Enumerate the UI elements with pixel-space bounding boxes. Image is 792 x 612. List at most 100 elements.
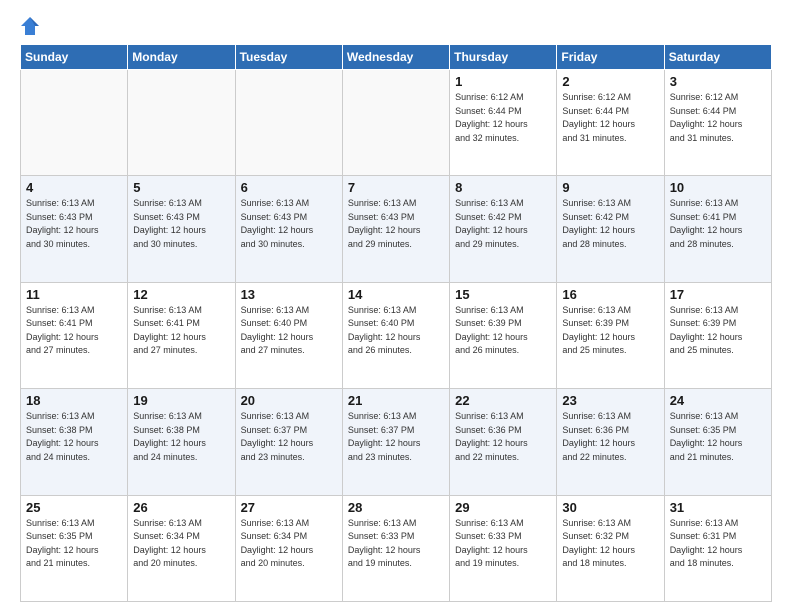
calendar-cell: 1 Sunrise: 6:12 AMSunset: 6:44 PMDaylight… bbox=[450, 70, 557, 176]
calendar-cell: 12 Sunrise: 6:13 AMSunset: 6:41 PMDayligh… bbox=[128, 282, 235, 388]
day-number: 18 bbox=[26, 393, 122, 408]
day-info: Sunrise: 6:13 AMSunset: 6:41 PMDaylight:… bbox=[26, 304, 122, 358]
weekday-thursday: Thursday bbox=[450, 45, 557, 70]
day-number: 24 bbox=[670, 393, 766, 408]
day-info: Sunrise: 6:13 AMSunset: 6:36 PMDaylight:… bbox=[455, 410, 551, 464]
weekday-header-row: SundayMondayTuesdayWednesdayThursdayFrid… bbox=[21, 45, 772, 70]
week-row-3: 18 Sunrise: 6:13 AMSunset: 6:38 PMDayligh… bbox=[21, 389, 772, 495]
day-info: Sunrise: 6:13 AMSunset: 6:41 PMDaylight:… bbox=[670, 197, 766, 251]
calendar-cell: 26 Sunrise: 6:13 AMSunset: 6:34 PMDayligh… bbox=[128, 495, 235, 601]
day-info: Sunrise: 6:13 AMSunset: 6:35 PMDaylight:… bbox=[670, 410, 766, 464]
weekday-monday: Monday bbox=[128, 45, 235, 70]
calendar-cell: 3 Sunrise: 6:12 AMSunset: 6:44 PMDaylight… bbox=[664, 70, 771, 176]
calendar-cell: 6 Sunrise: 6:13 AMSunset: 6:43 PMDaylight… bbox=[235, 176, 342, 282]
day-info: Sunrise: 6:13 AMSunset: 6:32 PMDaylight:… bbox=[562, 517, 658, 571]
calendar-cell: 28Sunrise: 6:13 AMSunset: 6:33 PMDayligh… bbox=[342, 495, 449, 601]
day-info: Sunrise: 6:13 AMSunset: 6:37 PMDaylight:… bbox=[348, 410, 444, 464]
day-number: 23 bbox=[562, 393, 658, 408]
day-number: 13 bbox=[241, 287, 337, 302]
day-number: 4 bbox=[26, 180, 122, 195]
logo bbox=[20, 16, 42, 36]
day-info: Sunrise: 6:13 AMSunset: 6:34 PMDaylight:… bbox=[241, 517, 337, 571]
calendar-cell bbox=[342, 70, 449, 176]
day-info: Sunrise: 6:13 AMSunset: 6:43 PMDaylight:… bbox=[133, 197, 229, 251]
calendar-cell: 30Sunrise: 6:13 AMSunset: 6:32 PMDayligh… bbox=[557, 495, 664, 601]
week-row-4: 25 Sunrise: 6:13 AMSunset: 6:35 PMDayligh… bbox=[21, 495, 772, 601]
day-number: 22 bbox=[455, 393, 551, 408]
day-number: 2 bbox=[562, 74, 658, 89]
day-number: 6 bbox=[241, 180, 337, 195]
calendar-cell: 10 Sunrise: 6:13 AMSunset: 6:41 PMDayligh… bbox=[664, 176, 771, 282]
week-row-1: 4 Sunrise: 6:13 AMSunset: 6:43 PMDaylight… bbox=[21, 176, 772, 282]
weekday-saturday: Saturday bbox=[664, 45, 771, 70]
calendar-cell: 16 Sunrise: 6:13 AMSunset: 6:39 PMDayligh… bbox=[557, 282, 664, 388]
day-info: Sunrise: 6:13 AMSunset: 6:40 PMDaylight:… bbox=[241, 304, 337, 358]
calendar-cell: 19 Sunrise: 6:13 AMSunset: 6:38 PMDayligh… bbox=[128, 389, 235, 495]
day-number: 27 bbox=[241, 500, 337, 515]
day-info: Sunrise: 6:13 AMSunset: 6:31 PMDaylight:… bbox=[670, 517, 766, 571]
day-number: 26 bbox=[133, 500, 229, 515]
calendar-cell: 25 Sunrise: 6:13 AMSunset: 6:35 PMDayligh… bbox=[21, 495, 128, 601]
day-number: 5 bbox=[133, 180, 229, 195]
calendar-cell: 4Sunrise: 6:13 AMSunset: 6:43 PMDaylight… bbox=[21, 176, 128, 282]
day-info: Sunrise: 6:13 AMSunset: 6:39 PMDaylight:… bbox=[670, 304, 766, 358]
day-number: 17 bbox=[670, 287, 766, 302]
day-info: Sunrise: 6:13 AMSunset: 6:39 PMDaylight:… bbox=[455, 304, 551, 358]
day-info: Sunrise: 6:13 AMSunset: 6:35 PMDaylight:… bbox=[26, 517, 122, 571]
calendar-cell: 22 Sunrise: 6:13 AMSunset: 6:36 PMDayligh… bbox=[450, 389, 557, 495]
calendar-cell: 9Sunrise: 6:13 AMSunset: 6:42 PMDaylight… bbox=[557, 176, 664, 282]
day-info: Sunrise: 6:13 AMSunset: 6:36 PMDaylight:… bbox=[562, 410, 658, 464]
calendar-cell bbox=[21, 70, 128, 176]
day-number: 28 bbox=[348, 500, 444, 515]
calendar-cell bbox=[235, 70, 342, 176]
day-number: 8 bbox=[455, 180, 551, 195]
day-info: Sunrise: 6:12 AMSunset: 6:44 PMDaylight:… bbox=[670, 91, 766, 145]
weekday-wednesday: Wednesday bbox=[342, 45, 449, 70]
day-number: 20 bbox=[241, 393, 337, 408]
calendar-cell: 11Sunrise: 6:13 AMSunset: 6:41 PMDayligh… bbox=[21, 282, 128, 388]
day-info: Sunrise: 6:13 AMSunset: 6:39 PMDaylight:… bbox=[562, 304, 658, 358]
day-number: 14 bbox=[348, 287, 444, 302]
logo-icon bbox=[20, 16, 40, 36]
calendar-cell: 20 Sunrise: 6:13 AMSunset: 6:37 PMDayligh… bbox=[235, 389, 342, 495]
day-number: 3 bbox=[670, 74, 766, 89]
calendar-cell: 5 Sunrise: 6:13 AMSunset: 6:43 PMDaylight… bbox=[128, 176, 235, 282]
calendar-cell bbox=[128, 70, 235, 176]
calendar-cell: 24 Sunrise: 6:13 AMSunset: 6:35 PMDayligh… bbox=[664, 389, 771, 495]
day-info: Sunrise: 6:12 AMSunset: 6:44 PMDaylight:… bbox=[455, 91, 551, 145]
calendar-cell: 8 Sunrise: 6:13 AMSunset: 6:42 PMDaylight… bbox=[450, 176, 557, 282]
calendar-cell: 21Sunrise: 6:13 AMSunset: 6:37 PMDayligh… bbox=[342, 389, 449, 495]
week-row-0: 1 Sunrise: 6:12 AMSunset: 6:44 PMDaylight… bbox=[21, 70, 772, 176]
day-number: 19 bbox=[133, 393, 229, 408]
calendar-cell: 17 Sunrise: 6:13 AMSunset: 6:39 PMDayligh… bbox=[664, 282, 771, 388]
day-number: 12 bbox=[133, 287, 229, 302]
day-number: 1 bbox=[455, 74, 551, 89]
day-number: 9 bbox=[562, 180, 658, 195]
calendar-cell: 29Sunrise: 6:13 AMSunset: 6:33 PMDayligh… bbox=[450, 495, 557, 601]
day-info: Sunrise: 6:13 AMSunset: 6:38 PMDaylight:… bbox=[133, 410, 229, 464]
header bbox=[20, 16, 772, 36]
day-info: Sunrise: 6:13 AMSunset: 6:41 PMDaylight:… bbox=[133, 304, 229, 358]
day-info: Sunrise: 6:13 AMSunset: 6:38 PMDaylight:… bbox=[26, 410, 122, 464]
day-info: Sunrise: 6:13 AMSunset: 6:42 PMDaylight:… bbox=[455, 197, 551, 251]
day-info: Sunrise: 6:13 AMSunset: 6:34 PMDaylight:… bbox=[133, 517, 229, 571]
week-row-2: 11Sunrise: 6:13 AMSunset: 6:41 PMDayligh… bbox=[21, 282, 772, 388]
calendar-cell: 7Sunrise: 6:13 AMSunset: 6:43 PMDaylight… bbox=[342, 176, 449, 282]
weekday-friday: Friday bbox=[557, 45, 664, 70]
day-number: 7 bbox=[348, 180, 444, 195]
day-info: Sunrise: 6:13 AMSunset: 6:40 PMDaylight:… bbox=[348, 304, 444, 358]
day-number: 16 bbox=[562, 287, 658, 302]
calendar-cell: 18 Sunrise: 6:13 AMSunset: 6:38 PMDayligh… bbox=[21, 389, 128, 495]
calendar-cell: 2 Sunrise: 6:12 AMSunset: 6:44 PMDaylight… bbox=[557, 70, 664, 176]
day-info: Sunrise: 6:12 AMSunset: 6:44 PMDaylight:… bbox=[562, 91, 658, 145]
day-number: 25 bbox=[26, 500, 122, 515]
day-info: Sunrise: 6:13 AMSunset: 6:37 PMDaylight:… bbox=[241, 410, 337, 464]
calendar-table: SundayMondayTuesdayWednesdayThursdayFrid… bbox=[20, 44, 772, 602]
day-info: Sunrise: 6:13 AMSunset: 6:43 PMDaylight:… bbox=[241, 197, 337, 251]
calendar-cell: 14 Sunrise: 6:13 AMSunset: 6:40 PMDayligh… bbox=[342, 282, 449, 388]
day-number: 10 bbox=[670, 180, 766, 195]
day-number: 15 bbox=[455, 287, 551, 302]
calendar-cell: 23 Sunrise: 6:13 AMSunset: 6:36 PMDayligh… bbox=[557, 389, 664, 495]
day-info: Sunrise: 6:13 AMSunset: 6:33 PMDaylight:… bbox=[455, 517, 551, 571]
weekday-sunday: Sunday bbox=[21, 45, 128, 70]
